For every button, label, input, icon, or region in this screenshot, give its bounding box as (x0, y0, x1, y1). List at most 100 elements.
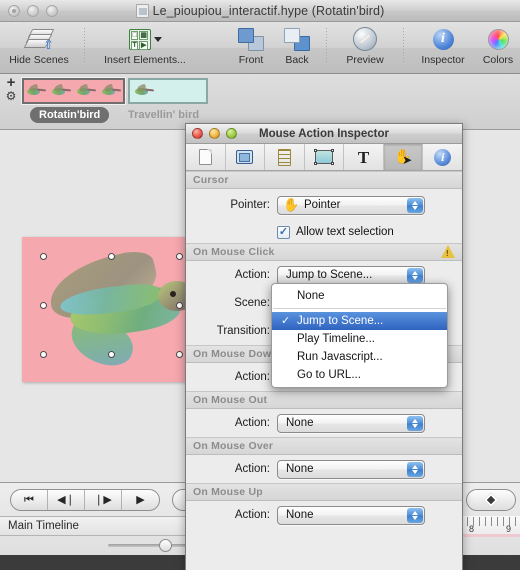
scene-name-travellin[interactable]: Travellin' bird (128, 107, 199, 123)
up-action-value: None (286, 509, 314, 521)
document-icon (198, 149, 212, 165)
scene-tab[interactable] (226, 144, 266, 170)
scene-thumbnail-travellin[interactable] (128, 78, 208, 104)
bring-front-icon (238, 25, 264, 53)
scene-name-rotatin[interactable]: Rotatin'bird (30, 107, 110, 123)
section-title: On Mouse Out (193, 394, 268, 406)
selection-handle[interactable] (176, 253, 183, 260)
add-keyframe-button[interactable] (466, 489, 516, 511)
pointer-popup-button[interactable]: ✋ Pointer (277, 195, 425, 215)
row-over-action: Action: None (186, 455, 462, 483)
row-allow-text-selection[interactable]: ✓ Allow text selection (186, 221, 462, 243)
hand-cursor-icon: ✋ (283, 196, 300, 212)
step-forward-button[interactable]: ❘▶ (85, 490, 122, 510)
popup-arrows-icon (407, 507, 423, 523)
document-tab[interactable] (186, 144, 226, 170)
inspector-info-icon: i (432, 25, 454, 53)
popup-arrows-icon (407, 267, 423, 283)
menu-item-run-javascript[interactable]: Run Javascript... (272, 348, 447, 366)
go-to-start-icon: ⏮ (24, 493, 34, 506)
selection-handle[interactable] (108, 253, 115, 260)
menu-item-label: Jump to Scene... (297, 315, 384, 327)
colors-button[interactable]: Colors (476, 25, 520, 71)
window-title-text: Le_pioupiou_interactif.hype (Rotatin'bir… (152, 3, 385, 18)
out-action-value: None (286, 417, 314, 429)
preview-button[interactable]: Preview (333, 25, 397, 71)
down-action-label: Action: (234, 371, 270, 383)
inspector-tab-bar: T ✋ ➤ i (186, 144, 462, 171)
pointer-label: Pointer: (230, 199, 270, 211)
ruler-tick-label: 8 (469, 524, 475, 534)
back-button[interactable]: Back (274, 25, 320, 71)
front-label: Front (238, 54, 264, 66)
warning-triangle-icon (441, 245, 455, 258)
inspector-label: Inspector (421, 54, 465, 66)
toolbar-divider-2 (326, 28, 327, 62)
step-forward-icon: ❘▶ (94, 493, 112, 506)
popup-arrows-icon (407, 415, 423, 431)
window-titlebar: Le_pioupiou_interactif.hype (Rotatin'bir… (0, 0, 520, 22)
scene-thumbnail-rotatin[interactable] (22, 78, 125, 104)
hide-scenes-button[interactable]: ⇧ Hide Scenes (0, 25, 78, 71)
step-back-button[interactable]: ◀❘ (48, 490, 85, 510)
preview-compass-icon (353, 25, 377, 53)
up-action-popup-button[interactable]: None (277, 505, 425, 525)
menu-item-label: Go to URL... (297, 369, 361, 381)
action-dropdown-menu[interactable]: None ✓ Jump to Scene... Play Timeline...… (271, 283, 448, 388)
back-label: Back (285, 54, 309, 66)
timeline-ruler[interactable]: 8 9 (454, 516, 520, 536)
section-title: On Mouse Down (193, 348, 278, 360)
selection-handle[interactable] (176, 302, 183, 309)
inspector-button[interactable]: i Inspector (410, 25, 476, 71)
ruler-tick-label: 9 (506, 524, 512, 534)
colors-wheel-icon (487, 25, 509, 53)
menu-item-label: Run Javascript... (297, 351, 383, 363)
mouse-action-tab[interactable]: ✋ ➤ (383, 144, 424, 170)
window-title: Le_pioupiou_interactif.hype (Rotatin'bir… (0, 3, 520, 18)
section-title: On Mouse Over (193, 440, 274, 452)
selection-handle[interactable] (176, 351, 183, 358)
insert-elements-button[interactable]: □ ▦ T ▶ Insert Elements... (91, 25, 199, 71)
checkmark-icon: ✓ (281, 314, 291, 327)
click-scene-label: Scene: (234, 297, 270, 309)
inspector-body: Cursor Pointer: ✋ Pointer ✓ Allow text s… (186, 171, 462, 570)
ruler-icon (277, 148, 291, 166)
add-scene-button[interactable]: + (7, 75, 16, 90)
info-tab[interactable]: i (423, 144, 462, 170)
out-action-popup-button[interactable]: None (277, 413, 425, 433)
insert-elements-icon: □ ▦ T ▶ (128, 25, 162, 53)
menu-item-play-timeline[interactable]: Play Timeline... (272, 330, 447, 348)
scenes-bar: + ⚙ Rotatin'bird Travellin' bird (0, 74, 520, 130)
over-action-popup-button[interactable]: None (277, 459, 425, 479)
slider-knob[interactable] (159, 539, 172, 552)
document-icon (135, 3, 149, 18)
gear-icon[interactable]: ⚙ (6, 90, 17, 102)
metrics-tab[interactable] (265, 144, 305, 170)
toolbar-divider (84, 28, 85, 62)
click-action-popup-button[interactable]: Jump to Scene... (277, 265, 425, 285)
selection-handle[interactable] (108, 351, 115, 358)
play-button[interactable]: ▶ (122, 490, 159, 510)
step-back-icon: ◀❘ (57, 493, 75, 506)
inspector-titlebar: Mouse Action Inspector (186, 124, 462, 144)
front-button[interactable]: Front (228, 25, 274, 71)
section-header-on-mouse-up: On Mouse Up (186, 483, 462, 501)
typography-tab[interactable]: T (344, 144, 384, 170)
selection-handle[interactable] (40, 302, 47, 309)
element-tab[interactable] (305, 144, 345, 170)
row-up-action: Action: None (186, 501, 462, 529)
menu-item-none[interactable]: None (272, 287, 447, 305)
menu-item-go-to-url[interactable]: Go to URL... (272, 366, 447, 384)
selection-handle[interactable] (40, 253, 47, 260)
mouse-action-inspector-window: Mouse Action Inspector T ✋ ➤ i Cursor Po… (185, 123, 463, 570)
up-action-label: Action: (234, 509, 270, 521)
colors-label: Colors (482, 54, 514, 66)
over-action-value: None (286, 463, 314, 475)
send-back-icon (284, 25, 310, 53)
go-to-start-button[interactable]: ⏮ (11, 490, 48, 510)
selection-handle[interactable] (40, 351, 47, 358)
transport-controls: ⏮ ◀❘ ❘▶ ▶ (10, 489, 160, 511)
menu-item-jump-to-scene[interactable]: ✓ Jump to Scene... (272, 312, 447, 330)
text-T-icon: T (357, 147, 370, 167)
allow-text-selection-checkbox[interactable]: ✓ (277, 225, 290, 239)
